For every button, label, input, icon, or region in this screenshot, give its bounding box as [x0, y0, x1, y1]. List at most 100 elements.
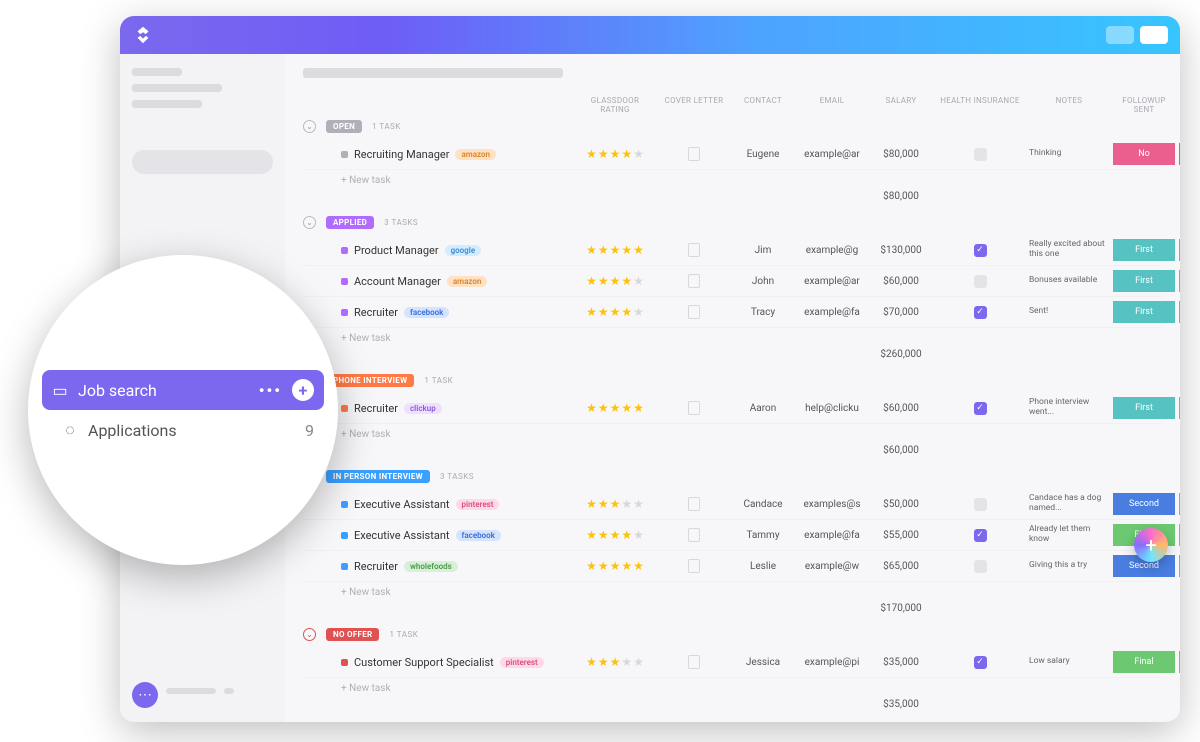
followup-badge[interactable]: First — [1113, 270, 1175, 292]
salary-cell: $80,000 — [871, 149, 931, 160]
company-tag[interactable]: facebook — [404, 307, 449, 318]
document-icon[interactable] — [688, 243, 700, 257]
new-task-button[interactable]: + New task — [303, 328, 1162, 349]
notes-cell[interactable]: Already let them know — [1029, 525, 1109, 545]
document-icon[interactable] — [688, 274, 700, 288]
new-task-button[interactable]: + New task — [303, 170, 1162, 191]
status-pill[interactable]: OPEN — [326, 120, 362, 133]
collapse-icon[interactable]: ⌄ — [303, 120, 316, 133]
document-icon[interactable] — [688, 497, 700, 511]
status-pill[interactable]: IN PERSON INTERVIEW — [326, 470, 430, 483]
column-header: INTERVIEW — [1179, 96, 1180, 114]
document-icon[interactable] — [688, 655, 700, 669]
interview-badge[interactable]: Waiting — [1179, 239, 1180, 261]
chat-icon[interactable]: ⋯ — [132, 682, 158, 708]
health-insurance-checkbox[interactable]: ✓ — [974, 306, 987, 319]
interview-badge[interactable]: Scheduled — [1179, 555, 1180, 577]
task-row[interactable]: Account Manageramazon ★★★★★ John example… — [303, 266, 1162, 297]
task-row[interactable]: Executive Assistantfacebook ★★★★★ Tammy … — [303, 520, 1162, 551]
health-insurance-checkbox[interactable] — [974, 498, 987, 511]
health-insurance-checkbox[interactable]: ✓ — [974, 244, 987, 257]
collapse-icon[interactable]: ⌄ — [303, 628, 316, 641]
health-insurance-checkbox[interactable]: ✓ — [974, 656, 987, 669]
new-task-button[interactable]: + New task — [303, 678, 1162, 699]
rating-stars[interactable]: ★★★★★ — [575, 655, 655, 669]
collapse-icon[interactable]: ⌄ — [303, 216, 316, 229]
interview-badge[interactable]: Scheduled — [1179, 397, 1180, 419]
interview-badge[interactable]: Scheduled — [1179, 651, 1180, 673]
add-icon[interactable]: + — [292, 379, 314, 401]
sidebar-item-applications[interactable]: ◌ Applications 9 — [42, 410, 324, 450]
followup-badge[interactable]: First — [1113, 239, 1175, 261]
followup-badge[interactable]: Final — [1113, 651, 1175, 673]
document-icon[interactable] — [688, 147, 700, 161]
document-icon[interactable] — [688, 559, 700, 573]
company-tag[interactable]: clickup — [404, 403, 442, 414]
document-icon[interactable] — [688, 528, 700, 542]
task-row[interactable]: Recruiterwholefoods ★★★★★ Leslie example… — [303, 551, 1162, 582]
rating-stars[interactable]: ★★★★★ — [575, 274, 655, 288]
notes-cell[interactable]: Really excited about this one — [1029, 240, 1109, 260]
interview-badge[interactable]: Waiting — [1179, 301, 1180, 323]
notes-cell[interactable]: Phone interview went... — [1029, 398, 1109, 418]
rating-stars[interactable]: ★★★★★ — [575, 147, 655, 161]
notes-cell[interactable]: Thinking — [1029, 149, 1109, 159]
health-insurance-checkbox[interactable]: ✓ — [974, 529, 987, 542]
health-insurance-checkbox[interactable]: ✓ — [974, 402, 987, 415]
followup-badge[interactable]: Second — [1113, 493, 1175, 515]
notes-cell[interactable]: Candace has a dog named... — [1029, 494, 1109, 514]
followup-badge[interactable]: First — [1113, 397, 1175, 419]
sidebar-search[interactable] — [132, 150, 273, 174]
followup-badge[interactable]: No — [1113, 143, 1175, 165]
topbar-button[interactable] — [1106, 26, 1134, 44]
rating-stars[interactable]: ★★★★★ — [575, 243, 655, 257]
rating-stars[interactable]: ★★★★★ — [575, 528, 655, 542]
task-row[interactable]: Recruiterfacebook ★★★★★ Tracy example@fa… — [303, 297, 1162, 328]
notes-cell[interactable]: Sent! — [1029, 307, 1109, 317]
folder-icon: ▭ — [52, 381, 68, 400]
status-pill[interactable]: APPLIED — [326, 216, 374, 229]
new-task-button[interactable]: + New task — [303, 582, 1162, 603]
rating-stars[interactable]: ★★★★★ — [575, 401, 655, 415]
health-insurance-checkbox[interactable] — [974, 148, 987, 161]
task-row[interactable]: Recruiterclickup ★★★★★ Aaron help@clicku… — [303, 393, 1162, 424]
fab-add-button[interactable]: + — [1134, 528, 1168, 562]
company-tag[interactable]: wholefoods — [404, 561, 458, 572]
status-pill[interactable]: PHONE INTERVIEW — [326, 374, 414, 387]
company-tag[interactable]: google — [445, 245, 482, 256]
sidebar-skeleton — [132, 84, 222, 92]
notes-cell[interactable]: Bonuses available — [1029, 276, 1109, 286]
company-tag[interactable]: pinterest — [500, 657, 544, 668]
sidebar-item-job-search[interactable]: ▭ Job search ••• + — [42, 370, 324, 410]
status-pill[interactable]: NO OFFER — [326, 628, 379, 641]
company-tag[interactable]: amazon — [447, 276, 488, 287]
interview-badge[interactable]: Scheduled — [1179, 493, 1180, 515]
notes-cell[interactable]: Giving this a try — [1029, 561, 1109, 571]
status-group: ⌄ OPEN 1 TASK Recruiting Manageramazon ★… — [303, 120, 1162, 202]
topbar-button[interactable] — [1140, 26, 1168, 44]
health-insurance-checkbox[interactable] — [974, 560, 987, 573]
followup-badge[interactable]: First — [1113, 301, 1175, 323]
task-title: Executive Assistant — [354, 529, 450, 542]
new-task-button[interactable]: + New task — [303, 424, 1162, 445]
health-insurance-checkbox[interactable] — [974, 275, 987, 288]
rating-stars[interactable]: ★★★★★ — [575, 305, 655, 319]
document-icon[interactable] — [688, 401, 700, 415]
company-tag[interactable]: amazon — [455, 149, 496, 160]
task-title: Recruiting Manager — [354, 148, 449, 161]
rating-stars[interactable]: ★★★★★ — [575, 559, 655, 573]
task-row[interactable]: Customer Support Specialistpinterest ★★★… — [303, 647, 1162, 678]
document-icon[interactable] — [688, 305, 700, 319]
interview-badge[interactable]: Scheduled — [1179, 524, 1180, 546]
company-tag[interactable]: pinterest — [456, 499, 500, 510]
task-row[interactable]: Executive Assistantpinterest ★★★★★ Canda… — [303, 489, 1162, 520]
company-tag[interactable]: facebook — [456, 530, 501, 541]
notes-cell[interactable]: Low salary — [1029, 657, 1109, 667]
task-row[interactable]: Recruiting Manageramazon ★★★★★ Eugene ex… — [303, 139, 1162, 170]
more-icon[interactable]: ••• — [259, 381, 282, 400]
interview-badge[interactable]: Waiting — [1179, 270, 1180, 292]
task-row[interactable]: Product Managergoogle ★★★★★ Jim example@… — [303, 235, 1162, 266]
status-dot — [341, 309, 348, 316]
interview-badge[interactable]: No — [1179, 143, 1180, 165]
rating-stars[interactable]: ★★★★★ — [575, 497, 655, 511]
